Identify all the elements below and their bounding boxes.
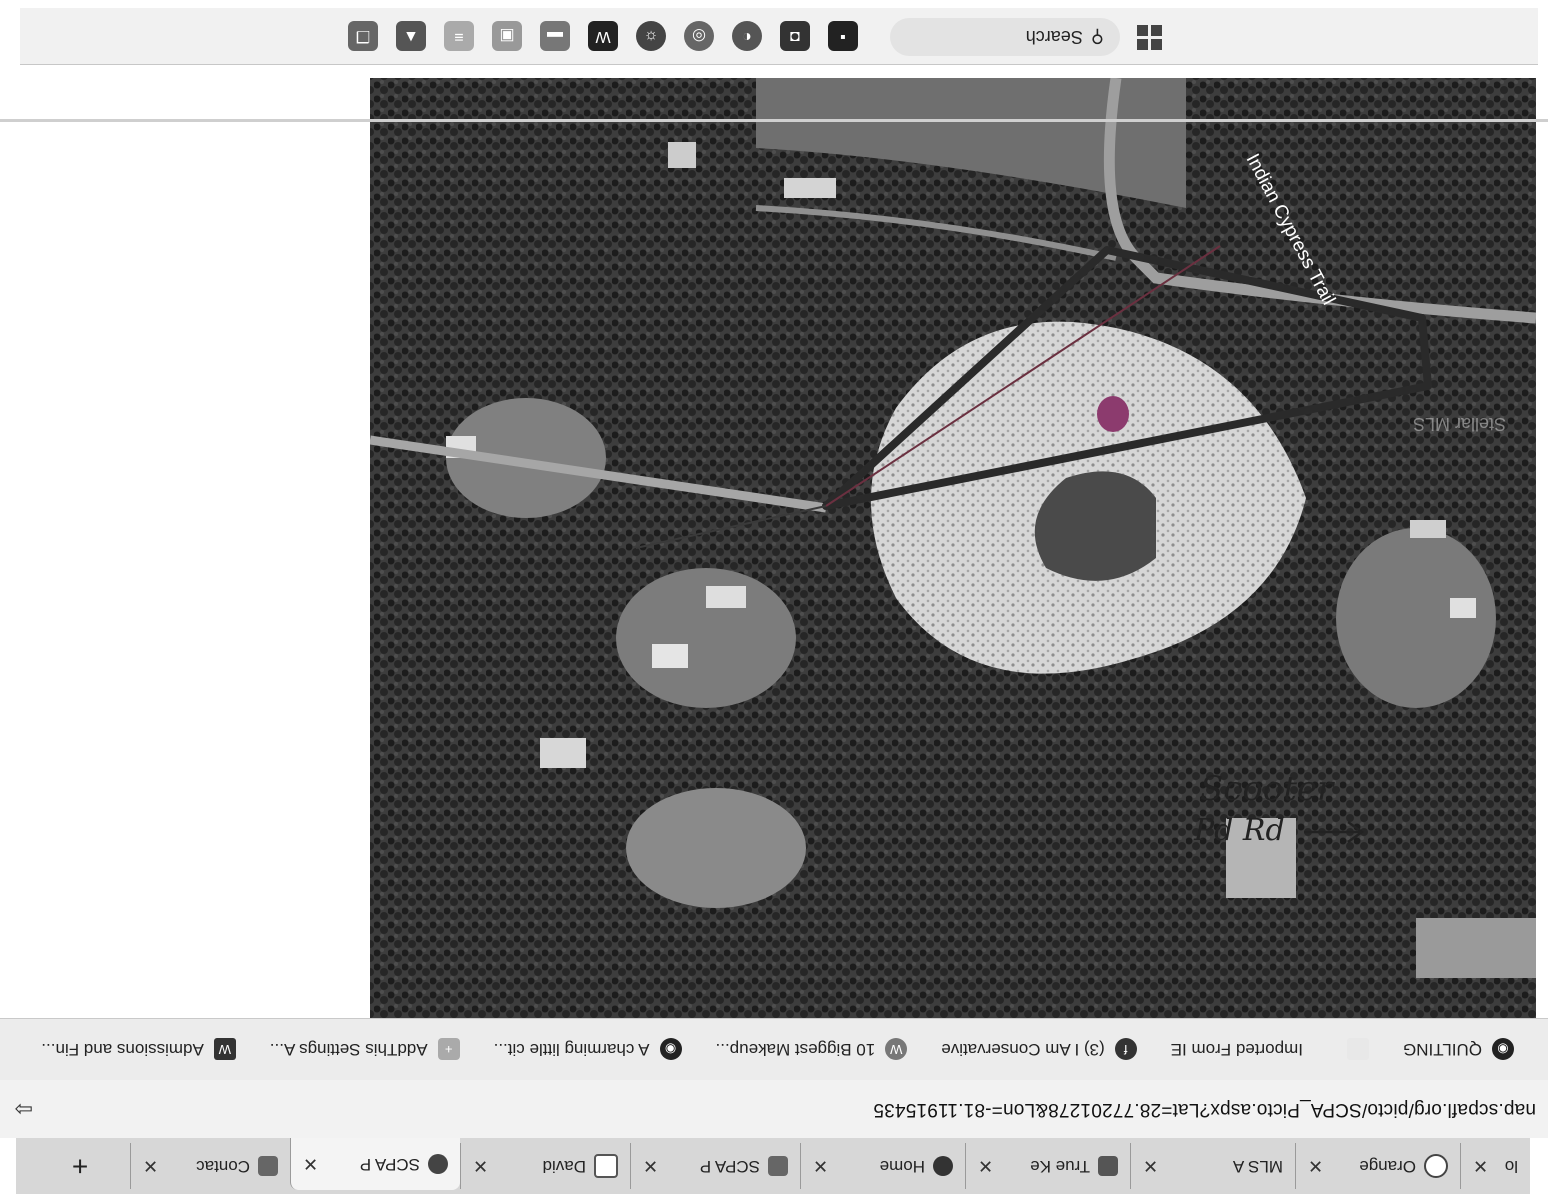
tab-3[interactable]: MLS A ✕ <box>1130 1143 1295 1189</box>
tab-9[interactable]: Contac ✕ <box>130 1143 290 1189</box>
nursery-rows <box>1416 918 1536 978</box>
word-icon[interactable]: W <box>588 21 618 51</box>
copy-icon[interactable]: ❐ <box>348 21 378 51</box>
plus-icon: + <box>437 1038 460 1061</box>
tab-5[interactable]: Home ✕ <box>800 1143 965 1189</box>
close-tab-icon[interactable]: ✕ <box>303 1154 318 1175</box>
close-tab-icon[interactable]: ✕ <box>1308 1156 1323 1177</box>
gear-icon <box>933 1156 953 1176</box>
globe-icon <box>428 1154 448 1174</box>
favorite-label: AddThis Settings A... <box>269 1040 428 1060</box>
favorite-label: 10 Biggest Makeup... <box>715 1040 876 1060</box>
chat-icon[interactable]: ◘ <box>780 21 810 51</box>
tab-label: Orange <box>1359 1157 1416 1176</box>
browser-screenshot: lo ✕ Orange ✕ MLS A ✕ True Ke ✕ Home ✕ S… <box>0 0 1548 1200</box>
favorite-blank[interactable] <box>1337 1038 1369 1061</box>
arrow-icon <box>1304 820 1364 844</box>
orange-county-icon <box>1424 1154 1448 1178</box>
sun-icon <box>1098 1156 1118 1176</box>
taskbar-search[interactable]: ⚲ Search <box>890 18 1120 56</box>
facebook-icon: f <box>1114 1038 1137 1061</box>
favorite-quilting[interactable]: ◉ QUILTING <box>1402 1038 1514 1061</box>
house <box>652 644 688 668</box>
scpa-icon <box>768 1156 788 1176</box>
tab-label: Contac <box>196 1157 250 1176</box>
tab-7[interactable]: David ✕ <box>460 1143 630 1189</box>
tab-label: SCPA P <box>359 1155 420 1174</box>
close-tab-icon[interactable]: ✕ <box>813 1156 828 1177</box>
location-pin[interactable] <box>1097 396 1129 432</box>
scpa-icon <box>258 1156 278 1176</box>
address-bar[interactable]: nap.scpafl.org/picto/SCPA_Picto.aspx?Lat… <box>0 1080 1548 1138</box>
close-tab-icon[interactable]: ✕ <box>143 1156 158 1177</box>
tab-1[interactable]: lo ✕ <box>1460 1143 1530 1189</box>
annotation-line-2: Pd Rd <box>1193 813 1285 848</box>
spiral-icon <box>594 1154 618 1178</box>
favorite-admissions[interactable]: W Admissions and Fin... <box>41 1038 236 1061</box>
tab-label: MLS A <box>1232 1157 1283 1176</box>
tab-6[interactable]: SCPA P ✕ <box>630 1143 800 1189</box>
taskbar: ⚲ Search ▪ ◘ ◐ ◎ ☼ W ▬ ▣ ≡ ▲ ❐ <box>20 8 1538 64</box>
close-tab-icon[interactable]: ✕ <box>1143 1156 1158 1177</box>
share-icon[interactable]: ⇨ <box>14 1096 32 1122</box>
favorite-label: Admissions and Fin... <box>41 1040 204 1060</box>
taskbar-pinned-apps: ▪ ◘ ◐ ◎ ☼ W ▬ ▣ ≡ ▲ ❐ <box>330 18 858 54</box>
tab-label: lo <box>1504 1157 1518 1176</box>
annotation-line-1: Scooter <box>1200 769 1335 809</box>
house <box>784 178 836 198</box>
close-tab-icon[interactable]: ✕ <box>473 1156 488 1177</box>
favorite-label: QUILTING <box>1402 1040 1482 1060</box>
favorite-label: A charming little cit... <box>493 1040 650 1060</box>
edge-icon[interactable]: ◐ <box>732 21 762 51</box>
file-explorer-icon[interactable]: ▬ <box>540 21 570 51</box>
favorites-bar: ◉ QUILTING Imported From IE f (3) I Am C… <box>0 1018 1548 1080</box>
tab-8-active[interactable]: SCPA P ✕ <box>290 1138 460 1190</box>
watermark-text: Stellar MLS <box>1413 414 1506 434</box>
favorite-addthis[interactable]: + AddThis Settings A... <box>269 1038 460 1061</box>
fire-icon[interactable]: ▲ <box>396 21 426 51</box>
w-icon: W <box>213 1038 236 1061</box>
house <box>668 142 696 168</box>
house <box>706 586 746 608</box>
photos-icon[interactable]: ▣ <box>492 21 522 51</box>
globe-icon: ◉ <box>1492 1038 1514 1061</box>
tab-label: David <box>542 1157 586 1176</box>
window-divider <box>0 119 1548 122</box>
globe-icon: ◉ <box>659 1038 682 1061</box>
favorite-biggest-makeup[interactable]: W 10 Biggest Makeup... <box>715 1038 908 1061</box>
wish-icon: W <box>885 1038 908 1061</box>
house <box>540 738 586 768</box>
tab-2[interactable]: Orange ✕ <box>1295 1143 1460 1189</box>
notes-icon[interactable]: ≡ <box>444 21 474 51</box>
house <box>1410 520 1446 538</box>
tab-label: True Ke <box>1030 1157 1090 1176</box>
settings-icon[interactable]: ☼ <box>636 21 666 51</box>
search-icon: ⚲ <box>1090 27 1104 48</box>
favorite-imported-from-ie[interactable]: Imported From IE <box>1171 1040 1303 1060</box>
start-button[interactable] <box>1136 24 1162 50</box>
close-tab-icon[interactable]: ✕ <box>1473 1156 1488 1177</box>
chrome-icon[interactable]: ◎ <box>684 21 714 51</box>
favorite-i-am-conservative[interactable]: f (3) I Am Conservative <box>941 1038 1137 1061</box>
favorite-label: (3) I Am Conservative <box>941 1040 1105 1060</box>
url-text[interactable]: nap.scpafl.org/picto/SCPA_Picto.aspx?Lat… <box>873 1098 1536 1120</box>
search-label: Search <box>1025 27 1083 48</box>
tab-label: SCPA P <box>699 1157 760 1176</box>
handwritten-annotation: Scooter Pd Rd <box>1193 769 1364 848</box>
close-tab-icon[interactable]: ✕ <box>643 1156 658 1177</box>
yard-clearing <box>626 788 806 908</box>
tab-label: Home <box>879 1157 925 1176</box>
task-view-icon[interactable]: ▪ <box>828 21 858 51</box>
house <box>1450 598 1476 618</box>
blank-icon <box>1346 1038 1369 1061</box>
tab-strip: lo ✕ Orange ✕ MLS A ✕ True Ke ✕ Home ✕ S… <box>16 1138 1530 1194</box>
aerial-map[interactable]: Indian Cypress Trail Stellar MLS <box>370 78 1536 1018</box>
favorite-label: Imported From IE <box>1170 1040 1303 1060</box>
favorite-charming-city[interactable]: ◉ A charming little cit... <box>493 1038 682 1061</box>
tab-4[interactable]: True Ke ✕ <box>965 1143 1130 1189</box>
new-tab-button[interactable]: + <box>50 1143 110 1189</box>
close-tab-icon[interactable]: ✕ <box>978 1156 993 1177</box>
